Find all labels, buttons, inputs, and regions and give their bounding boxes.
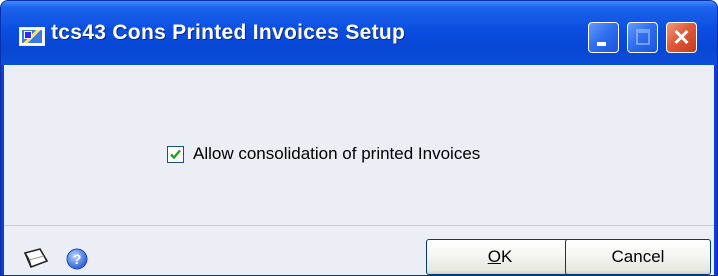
svg-text:?: ? [73,251,82,267]
allow-consolidation-option[interactable]: Allow consolidation of printed Invoices [167,144,480,164]
window-title: tcs43 Cons Printed Invoices Setup [51,21,406,44]
ok-mnemonic: O [487,247,501,266]
dialog-footer: ? OK Cancel [4,226,714,275]
allow-consolidation-checkbox[interactable] [167,145,184,163]
cancel-button[interactable]: Cancel [565,239,711,275]
ok-button[interactable]: OK [426,239,574,275]
note-icon[interactable] [23,247,49,274]
maximize-icon [636,29,650,45]
app-window-icon[interactable] [19,27,45,46]
help-icon[interactable]: ? [66,248,88,275]
ok-label-rest: K [500,247,513,266]
minimize-icon [597,42,606,46]
checkmark-icon [170,149,181,159]
close-icon: ✕ [672,25,691,50]
maximize-button [627,22,658,53]
dialog-window: tcs43 Cons Printed Invoices Setup ✕ Allo… [0,0,718,276]
dialog-body: Allow consolidation of printed Invoices [4,65,714,275]
minimize-button[interactable] [588,22,619,53]
allow-consolidation-label: Allow consolidation of printed Invoices [193,144,481,163]
title-bar[interactable]: tcs43 Cons Printed Invoices Setup ✕ [1,1,717,65]
close-button[interactable]: ✕ [666,22,697,53]
